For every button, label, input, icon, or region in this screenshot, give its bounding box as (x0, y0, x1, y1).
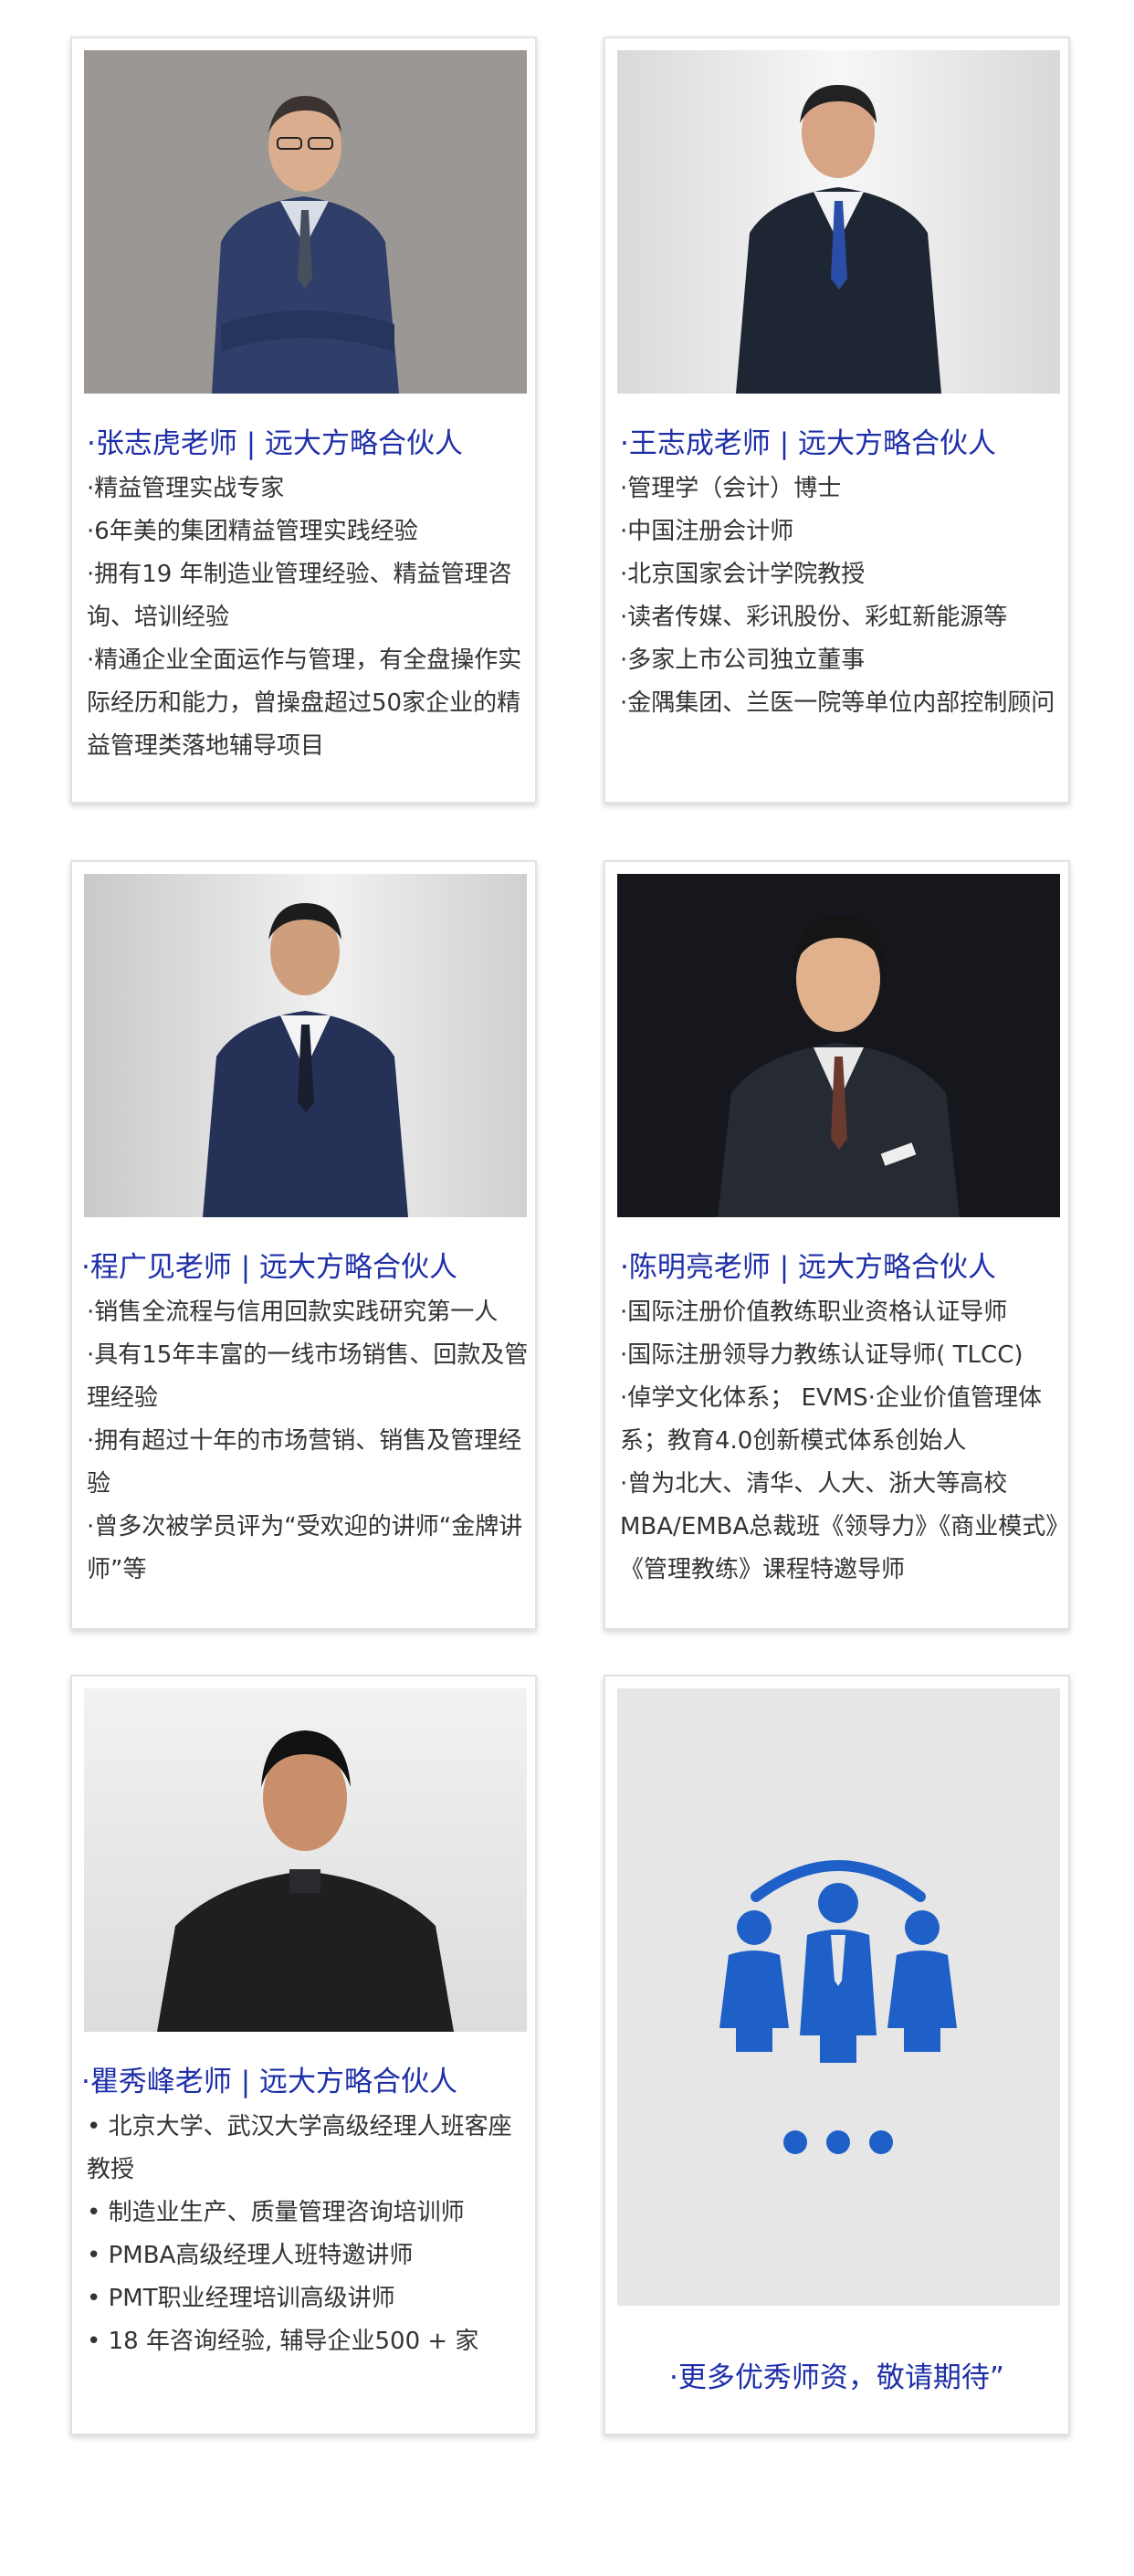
teacher-name: ·瞿秀峰老师 | 远大方略合伙人 (81, 2066, 458, 2098)
bullet-item: ·倬学文化体系； EVMS·企业价值管理体系；教育4.0创新模式体系创始人 (620, 1384, 1042, 1455)
teacher-name: ·程广见老师 | 远大方略合伙人 (81, 1251, 458, 1284)
teacher-photo (84, 50, 527, 394)
more-teachers-card: ·更多优秀师资，敬请期待” (604, 1675, 1070, 2435)
teacher-name: ·张志虎老师 | 远大方略合伙人 (87, 427, 464, 460)
bullet-item: • 制造业生产、质量管理咨询培训师 (87, 2199, 465, 2226)
bullet-item: ·销售全流程与信用回款实践研究第一人 (87, 1299, 499, 1326)
bullet-item: ·曾多次被学员评为“受欢迎的讲师“金牌讲师”等 (87, 1513, 523, 1583)
bullet-item: ·国际注册领导力教练认证导师( TLCC) (620, 1341, 1024, 1369)
teacher-bullets: ·销售全流程与信用回款实践研究第一人 ·具有15年丰富的一线市场销售、回款及管理… (87, 1291, 530, 1592)
bullet-item: • 18 年咨询经验, 辅导企业500 + 家 (87, 2328, 479, 2355)
teacher-card: ·陈明亮老师 | 远大方略合伙人 ·国际注册价值教练职业资格认证导师 ·国际注册… (604, 860, 1070, 1630)
bullet-item: ·拥有超过十年的市场营销、销售及管理经验 (87, 1427, 522, 1498)
bullet-item: ·精益管理实战专家 (87, 475, 285, 502)
more-teachers-text: ·更多优秀师资，敬请期待” (669, 2361, 1004, 2394)
more-teachers-panel (617, 1688, 1060, 2306)
bullet-item: • 北京大学、武汉大学高级经理人班客座教授 (87, 2113, 512, 2183)
bullet-item: ·中国注册会计师 (620, 518, 794, 545)
bullet-item: ·拥有19 年制造业管理经验、精益管理咨询、培训经验 (87, 561, 512, 631)
teacher-bullets: • 北京大学、武汉大学高级经理人班客座教授 • 制造业生产、质量管理咨询培训师 … (87, 2106, 530, 2363)
bullet-item: ·6年美的集团精益管理实践经验 (87, 518, 418, 545)
teacher-card: ·王志成老师 | 远大方略合伙人 ·管理学（会计）博士 ·中国注册会计师 ·北京… (604, 37, 1070, 804)
teacher-photo (617, 50, 1060, 394)
teacher-photo (84, 1688, 527, 2032)
teacher-card: ·瞿秀峰老师 | 远大方略合伙人 • 北京大学、武汉大学高级经理人班客座教授 •… (70, 1675, 537, 2435)
teacher-photo (84, 874, 527, 1217)
bullet-item: ·精通企业全面运作与管理，有全盘操作实际经历和能力，曾操盘超过50家企业的精益管… (87, 647, 522, 760)
bullet-item: ·管理学（会计）博士 (620, 475, 842, 502)
bullet-item: ·国际注册价值教练职业资格认证导师 (620, 1299, 1008, 1326)
teacher-name: ·王志成老师 | 远大方略合伙人 (620, 427, 997, 460)
team-group-icon (617, 1688, 1060, 2306)
bullet-item: ·北京国家会计学院教授 (620, 561, 866, 588)
teacher-name: ·陈明亮老师 | 远大方略合伙人 (620, 1251, 997, 1284)
teacher-photo (617, 874, 1060, 1217)
teacher-bullets: ·管理学（会计）博士 ·中国注册会计师 ·北京国家会计学院教授 ·读者传媒、彩讯… (620, 468, 1064, 725)
teacher-bullets: ·国际注册价值教练职业资格认证导师 ·国际注册领导力教练认证导师( TLCC) … (620, 1291, 1064, 1592)
teacher-card: ·程广见老师 | 远大方略合伙人 ·销售全流程与信用回款实践研究第一人 ·具有1… (70, 860, 537, 1630)
bullet-item: ·曾为北大、清华、人大、浙大等高校MBA/EMBA总裁班《领导力》《商业模式》《… (620, 1470, 1058, 1583)
teacher-card: ·张志虎老师 | 远大方略合伙人 ·精益管理实战专家 ·6年美的集团精益管理实践… (70, 37, 537, 804)
bullet-item: ·读者传媒、彩讯股份、彩虹新能源等 (620, 604, 1008, 631)
bullet-item: ·金隅集团、兰医一院等单位内部控制顾问 (620, 689, 1055, 717)
bullet-item: ·具有15年丰富的一线市场销售、回款及管理经验 (87, 1341, 529, 1412)
bullet-item: • PMT职业经理培训高级讲师 (87, 2285, 395, 2312)
teacher-bullets: ·精益管理实战专家 ·6年美的集团精益管理实践经验 ·拥有19 年制造业管理经验… (87, 468, 530, 768)
bullet-item: • PMBA高级经理人班特邀讲师 (87, 2242, 414, 2269)
bullet-item: ·多家上市公司独立董事 (620, 647, 866, 674)
